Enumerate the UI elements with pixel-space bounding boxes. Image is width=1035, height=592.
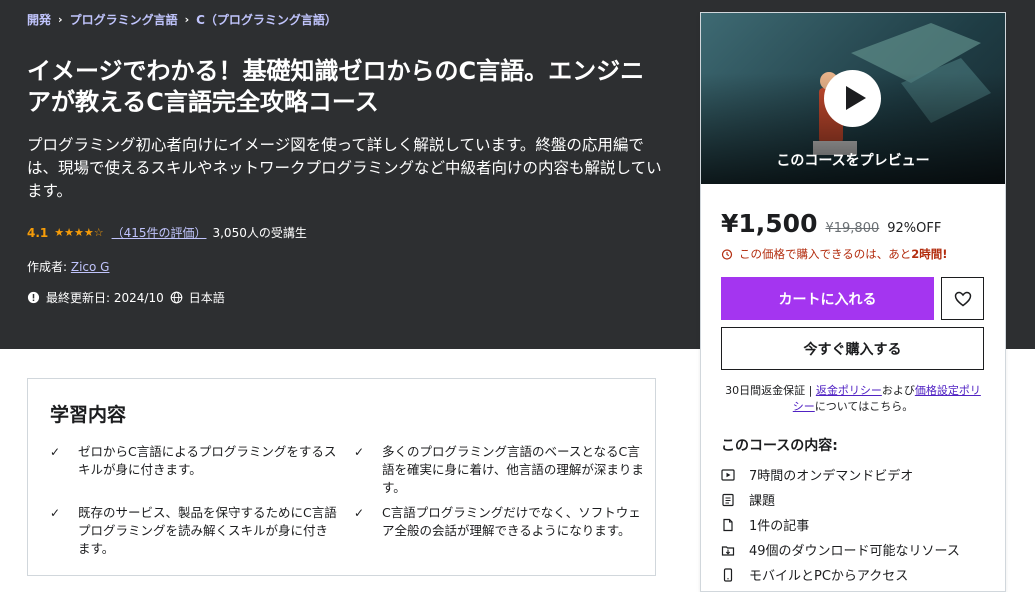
about-text: についてはこちら。 — [814, 400, 914, 413]
learn-list: ✓ ゼロからC言語によるプログラミングをするスキルが身に付きます。 ✓ 多くのプ… — [50, 443, 644, 558]
learn-item-text: ゼロからC言語によるプログラミングをするスキルが身に付きます。 — [78, 444, 337, 477]
meta-row: 最終更新日: 2024/10 日本語 — [27, 289, 225, 306]
check-icon: ✓ — [354, 506, 365, 520]
check-icon: ✓ — [354, 445, 365, 459]
course-title: イメージでわかる！基礎知識ゼロからのC言語。エンジニアが教えるC言語完全攻略コー… — [27, 57, 645, 116]
add-to-cart-button[interactable]: カートに入れる — [721, 277, 934, 320]
list-item: 1件の記事 — [721, 512, 960, 537]
learn-title: 学習内容 — [50, 404, 127, 426]
current-price: ¥1,500 — [721, 209, 818, 238]
heart-icon — [954, 291, 971, 306]
alarm-clock-icon — [721, 249, 733, 260]
assignment-icon — [722, 493, 734, 506]
chevron-right-icon: › — [58, 13, 63, 26]
author-label: 作成者: — [27, 260, 68, 274]
preview-label: このコースをプレビュー — [776, 153, 930, 169]
course-language: 日本語 — [188, 291, 225, 305]
include-text: 課題 — [749, 494, 776, 509]
timer-text: この価格で購入できるのは、あと — [739, 247, 912, 261]
play-icon[interactable] — [824, 70, 881, 127]
guarantee-text: 30日間返金保証 | — [725, 384, 816, 397]
purchase-sidebar: このコースをプレビュー ¥1,500 ¥19,800 92%OFF この価格で購… — [700, 12, 1006, 592]
wishlist-button[interactable] — [941, 277, 984, 320]
discount-percent: 92%OFF — [887, 221, 942, 236]
learn-item: ✓ ゼロからC言語によるプログラミングをするスキルが身に付きます。 — [50, 443, 340, 497]
student-count: 3,050人の受講生 — [212, 226, 307, 240]
include-text: 49個のダウンロード可能なリソース — [749, 544, 960, 559]
breadcrumb-item-c-language[interactable]: C（プログラミング言語） — [196, 11, 337, 28]
buy-now-button[interactable]: 今すぐ購入する — [721, 327, 984, 370]
last-updated: 最終更新日: 2024/10 — [46, 291, 164, 305]
breadcrumb-item-development[interactable]: 開発 — [27, 11, 51, 28]
course-preview[interactable]: このコースをプレビュー — [701, 13, 1005, 184]
check-icon: ✓ — [50, 506, 61, 520]
refund-policy-link[interactable]: 返金ポリシー — [816, 384, 882, 397]
breadcrumb-item-programming-languages[interactable]: プログラミング言語 — [70, 11, 178, 28]
original-price: ¥19,800 — [825, 221, 880, 236]
author-link[interactable]: Zico G — [71, 260, 110, 274]
rating-number: 4.1 — [27, 225, 49, 240]
and-text: および — [881, 384, 915, 397]
check-icon: ✓ — [50, 445, 61, 459]
article-icon — [723, 518, 733, 531]
globe-icon — [170, 291, 183, 304]
rating-count-link[interactable]: （415件の評価） — [112, 224, 207, 241]
course-subtitle: プログラミング初心者向けにイメージ図を使って詳しく解説しています。終盤の応用編で… — [27, 136, 662, 200]
learn-item-text: 多くのプログラミング言語のベースとなるC言語を確実に身に着け、他言語の理解が深ま… — [382, 444, 644, 495]
include-text: 1件の記事 — [749, 519, 810, 534]
include-text: 7時間のオンデマンドビデオ — [749, 469, 914, 484]
learn-item-text: C言語プログラミングだけでなく、ソフトウェア全般の会話が理解できるようになります… — [382, 505, 641, 538]
learn-item: ✓ 多くのプログラミング言語のベースとなるC言語を確実に身に着け、他言語の理解が… — [354, 443, 644, 497]
list-item: 49個のダウンロード可能なリソース — [721, 537, 960, 562]
learn-item-text: 既存のサービス、製品を保守するためにC言語プログラミングを読み解くスキルが身に付… — [78, 505, 337, 556]
what-you-will-learn: 学習内容 ✓ ゼロからC言語によるプログラミングをするスキルが身に付きます。 ✓… — [27, 378, 656, 576]
includes-list: 7時間のオンデマンドビデオ 課題 1件の記事 49個のダウンロード可能なリソース… — [721, 462, 960, 587]
rating-row: 4.1 ★★★★☆ （415件の評価） 3,050人の受講生 — [27, 224, 307, 241]
include-text: モバイルとPCからアクセス — [749, 569, 909, 584]
chevron-right-icon: › — [184, 13, 190, 26]
author-row: 作成者: Zico G — [27, 258, 109, 275]
video-icon — [721, 468, 735, 481]
learn-item: ✓ C言語プログラミングだけでなく、ソフトウェア全般の会話が理解できるようになり… — [354, 504, 644, 558]
list-item: 7時間のオンデマンドビデオ — [721, 462, 960, 487]
learn-item: ✓ 既存のサービス、製品を保守するためにC言語プログラミングを読み解くスキルが身… — [50, 504, 340, 558]
download-icon — [721, 545, 735, 556]
money-back-guarantee: 30日間返金保証 | 返金ポリシーおよび価格設定ポリシーについてはこちら。 — [721, 383, 985, 415]
breadcrumb: 開発 › プログラミング言語 › C（プログラミング言語） — [27, 11, 337, 28]
sale-timer: この価格で購入できるのは、あと2時間! — [721, 246, 948, 262]
includes-title: このコースの内容: — [721, 438, 838, 454]
timer-remaining: 2時間! — [911, 247, 948, 261]
star-rating-icon: ★★★★☆ — [54, 226, 104, 239]
price-row: ¥1,500 ¥19,800 92%OFF — [721, 209, 941, 238]
alert-badge-icon — [27, 291, 40, 304]
mobile-icon — [723, 567, 733, 582]
list-item: モバイルとPCからアクセス — [721, 562, 960, 587]
list-item: 課題 — [721, 487, 960, 512]
